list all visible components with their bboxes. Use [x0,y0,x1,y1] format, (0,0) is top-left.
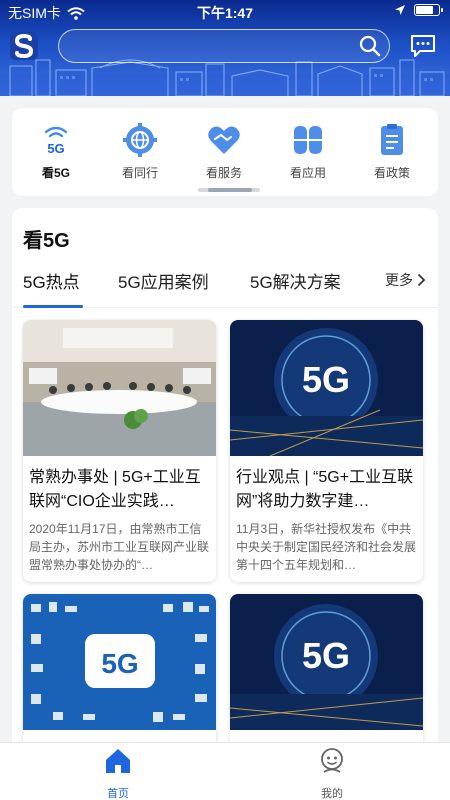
tab-5g-solutions[interactable]: 5G解决方案 [250,268,341,293]
search-bar[interactable] [58,29,390,63]
message-icon[interactable] [410,34,436,58]
search-icon[interactable] [359,35,381,57]
news-thumbnail [23,320,216,456]
search-input[interactable] [71,30,351,61]
home-icon [106,749,130,773]
category-label: 看政策 [373,166,410,180]
clipboard-icon [381,124,403,155]
app-header: 无SIM卡 下午1:47 [0,0,450,96]
bottom-nav: 首页 我的 [0,742,450,800]
nav-label: 首页 [107,788,129,800]
category-label: 看服务 [205,166,242,180]
news-title: 常熟办事处 | 5G+工业互联网“CIO企业实践… [29,469,201,510]
clover-icon [294,126,322,154]
more-button[interactable]: 更多 [385,270,426,290]
chevron-right-icon [417,273,426,287]
tab-5g-cases[interactable]: 5G应用案例 [118,268,209,293]
news-summary: 11月3日，新华社授权发布《中共中央关于制定国民经济和社会发展第十四个五年规划和… [236,522,417,572]
5g-thumb-text: 5G [302,635,350,676]
nav-label: 我的 [321,788,343,800]
news-card[interactable]: 5G 行业观点 | “5G+工业互联网”将助力数字建… 11月3日，新华社授权发… [230,320,423,582]
news-title: 行业观点 | “5G+工业互联网”将助力数字建… [236,469,414,510]
tab-bar: 5G热点 5G应用案例 5G解决方案 更多 [12,264,438,308]
news-thumbnail: 5G [23,594,216,730]
news-card[interactable]: 常熟办事处 | 5G+工业互联网“CIO企业实践… 2020年11月17日，由常… [23,320,216,582]
5g-signal-icon: 5G [44,126,68,156]
battery-icon [414,4,443,16]
category-applications[interactable]: 看应用 [268,122,348,184]
status-bar: 无SIM卡 下午1:47 [0,0,450,24]
category-5g[interactable]: 5G 看5G [16,122,96,184]
section-title: 看5G [23,230,70,252]
category-services[interactable]: 看服务 [184,122,264,184]
5g-icon-text: 5G [47,141,64,156]
5g-thumb-text: 5G [302,359,350,400]
status-time: 下午1:47 [196,5,254,21]
tab-5g-hot[interactable]: 5G热点 [23,268,80,293]
category-label: 看应用 [289,166,326,180]
category-label: 看同行 [121,166,158,180]
category-card: 5G 看5G 看同行 看服务 看应用 看政策 [12,108,438,196]
category-peers[interactable]: 看同行 [100,122,180,184]
category-policy[interactable]: 看政策 [352,122,432,184]
news-thumbnail: 5G [230,594,423,730]
news-thumbnail: 5G [230,320,423,456]
content-card: 看5G 5G热点 5G应用案例 5G解决方案 更多 常熟办事处 | 5G+工业互… [12,208,438,748]
profile-icon [321,748,343,773]
gear-globe-icon [123,123,157,157]
more-label: 更多 [385,272,413,288]
news-card[interactable]: 5G [230,594,423,748]
news-summary: 2020年11月17日，由常熟市工信局主办，苏州市工业互联网产业联盟常熟办事处协… [29,522,210,572]
app-logo[interactable] [10,32,38,60]
active-tab-indicator [23,305,83,308]
category-label: 看5G [41,166,70,180]
handshake-icon [208,126,240,154]
location-arrow-icon [395,5,405,15]
5g-thumb-text: 5G [101,648,138,679]
news-card[interactable]: 5G [23,594,216,748]
page-indicator [198,188,260,192]
